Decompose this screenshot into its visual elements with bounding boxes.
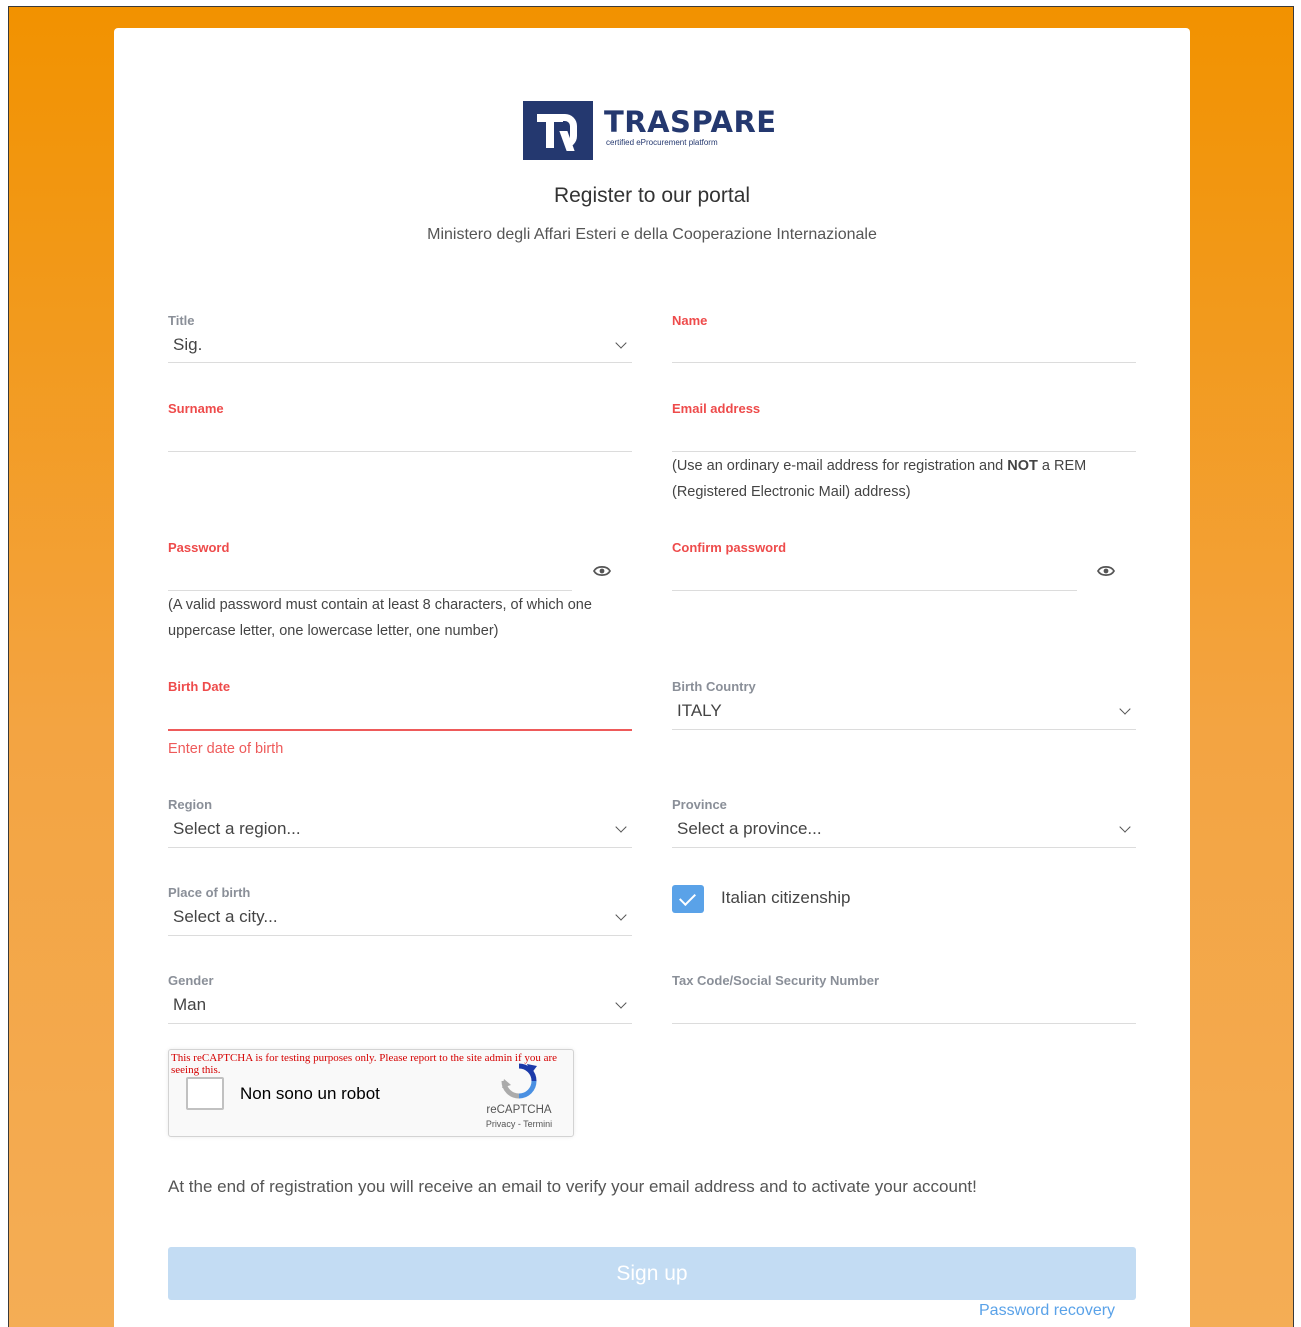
place-of-birth-label: Place of birth xyxy=(168,885,251,900)
gender-select[interactable]: Man xyxy=(173,995,206,1015)
password-underline xyxy=(168,590,572,591)
name-label: Name xyxy=(672,313,708,328)
gender-underline xyxy=(168,1023,632,1024)
surname-label: Surname xyxy=(168,401,224,416)
password-hint: (A valid password must contain at least … xyxy=(168,597,592,639)
page-subtitle: Ministero degli Affari Esteri e della Co… xyxy=(427,226,877,243)
italian-citizenship-label[interactable]: Italian citizenship xyxy=(721,888,850,908)
title-select[interactable]: Sig. xyxy=(173,335,202,355)
name-input[interactable] xyxy=(672,335,1136,361)
recaptcha-widget: This reCAPTCHA is for testing purposes o… xyxy=(168,1049,574,1137)
show-confirm-password-eye-icon[interactable] xyxy=(1097,565,1115,577)
title-label: Title xyxy=(168,313,195,328)
tax-code-underline xyxy=(672,1023,1136,1024)
name-underline xyxy=(672,362,1136,363)
brand-tagline: certified eProcurement platform xyxy=(606,138,718,147)
gender-label: Gender xyxy=(168,973,214,988)
recaptcha-brand: reCAPTCHA xyxy=(486,1104,552,1116)
confirm-password-underline xyxy=(672,590,1077,591)
birth-date-error: Enter date of birth xyxy=(168,741,284,757)
tax-code-input[interactable] xyxy=(672,995,1136,1021)
region-select[interactable]: Select a region... xyxy=(173,819,301,839)
confirm-password-label: Confirm password xyxy=(672,540,787,555)
province-select[interactable]: Select a province... xyxy=(677,819,822,839)
traspare-logo-icon xyxy=(523,101,593,160)
province-label: Province xyxy=(672,797,727,812)
region-underline xyxy=(168,847,632,848)
tax-code-label: Tax Code/Social Security Number xyxy=(672,973,880,988)
recaptcha-label: Non sono un robot xyxy=(240,1084,380,1103)
brand-logo: TRASPARE certified eProcurement platform xyxy=(523,101,777,160)
birth-date-input[interactable] xyxy=(168,701,632,727)
surname-underline xyxy=(168,451,632,452)
email-hint: (Use an ordinary e-mail address for regi… xyxy=(672,458,1087,500)
italian-citizenship-checkbox[interactable] xyxy=(672,885,704,913)
recaptcha-logo-icon xyxy=(501,1063,537,1099)
birth-country-underline xyxy=(672,729,1136,730)
place-of-birth-underline xyxy=(168,935,632,936)
recaptcha-checkbox[interactable] xyxy=(186,1077,224,1110)
sign-up-button[interactable]: Sign up xyxy=(168,1247,1136,1300)
birth-country-label: Birth Country xyxy=(672,679,756,694)
region-label: Region xyxy=(168,797,213,812)
password-label: Password xyxy=(168,540,230,555)
birth-date-label: Birth Date xyxy=(168,679,231,694)
surname-input[interactable] xyxy=(168,423,632,449)
title-underline xyxy=(168,362,632,363)
password-input[interactable] xyxy=(168,562,572,588)
birth-date-underline xyxy=(168,729,632,731)
brand-name: TRASPARE xyxy=(604,105,777,139)
email-field[interactable] xyxy=(672,423,1136,449)
verification-notice: At the end of registration you will rece… xyxy=(168,1177,977,1196)
province-underline xyxy=(672,847,1136,848)
password-recovery-link[interactable]: Password recovery xyxy=(979,1302,1115,1320)
show-password-eye-icon[interactable] xyxy=(593,565,611,577)
confirm-password-input[interactable] xyxy=(672,562,1077,588)
recaptcha-privacy-links[interactable]: Privacy - Termini xyxy=(471,1119,567,1129)
birth-country-select[interactable]: ITALY xyxy=(677,701,722,721)
email-label: Email address xyxy=(672,401,761,416)
place-of-birth-select[interactable]: Select a city... xyxy=(173,907,278,927)
email-underline xyxy=(672,451,1136,452)
page-title: Register to our portal xyxy=(553,184,751,207)
